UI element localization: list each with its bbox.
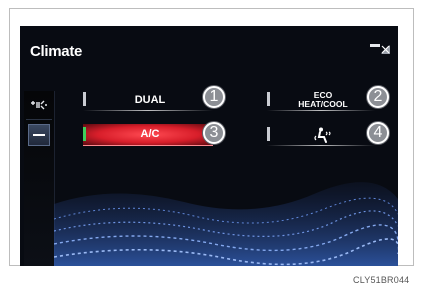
- signal-status-icon: [370, 44, 390, 54]
- seat-air-underline: [267, 145, 375, 146]
- dual-underline: [83, 110, 213, 111]
- eco-underline: [267, 110, 375, 111]
- fan-mode-icon: [31, 100, 47, 110]
- ac-label: A/C: [140, 128, 160, 140]
- seat-air-icon: [314, 127, 331, 143]
- sidebar-item-fan-mode[interactable]: [28, 94, 50, 116]
- sidebar-item-active[interactable]: [28, 124, 50, 146]
- screen-title: Climate: [30, 43, 83, 60]
- heat-cool-label: HEAT/COOL: [298, 99, 348, 109]
- ac-button[interactable]: A/C: [83, 124, 213, 146]
- ac-indicator: [83, 127, 86, 141]
- eco-indicator: [267, 92, 270, 106]
- dash-icon: [33, 134, 45, 136]
- sidebar: [24, 91, 55, 266]
- dual-label: DUAL: [134, 93, 166, 106]
- figure-caption: CLY51BR044: [353, 275, 410, 285]
- background-wave-graphic: [54, 182, 398, 266]
- callout-number-4: 4: [367, 122, 389, 144]
- climate-screen: Climate DUAL 1 ECO HEAT/COOL 2 A/C 3 4: [20, 26, 398, 266]
- sidebar-divider: [26, 119, 52, 120]
- callout-number-2: 2: [367, 86, 389, 108]
- callout-number-1: 1: [203, 86, 225, 108]
- callout-number-3: 3: [203, 122, 225, 144]
- seat-air-indicator: [267, 127, 270, 141]
- dual-indicator: [83, 92, 86, 106]
